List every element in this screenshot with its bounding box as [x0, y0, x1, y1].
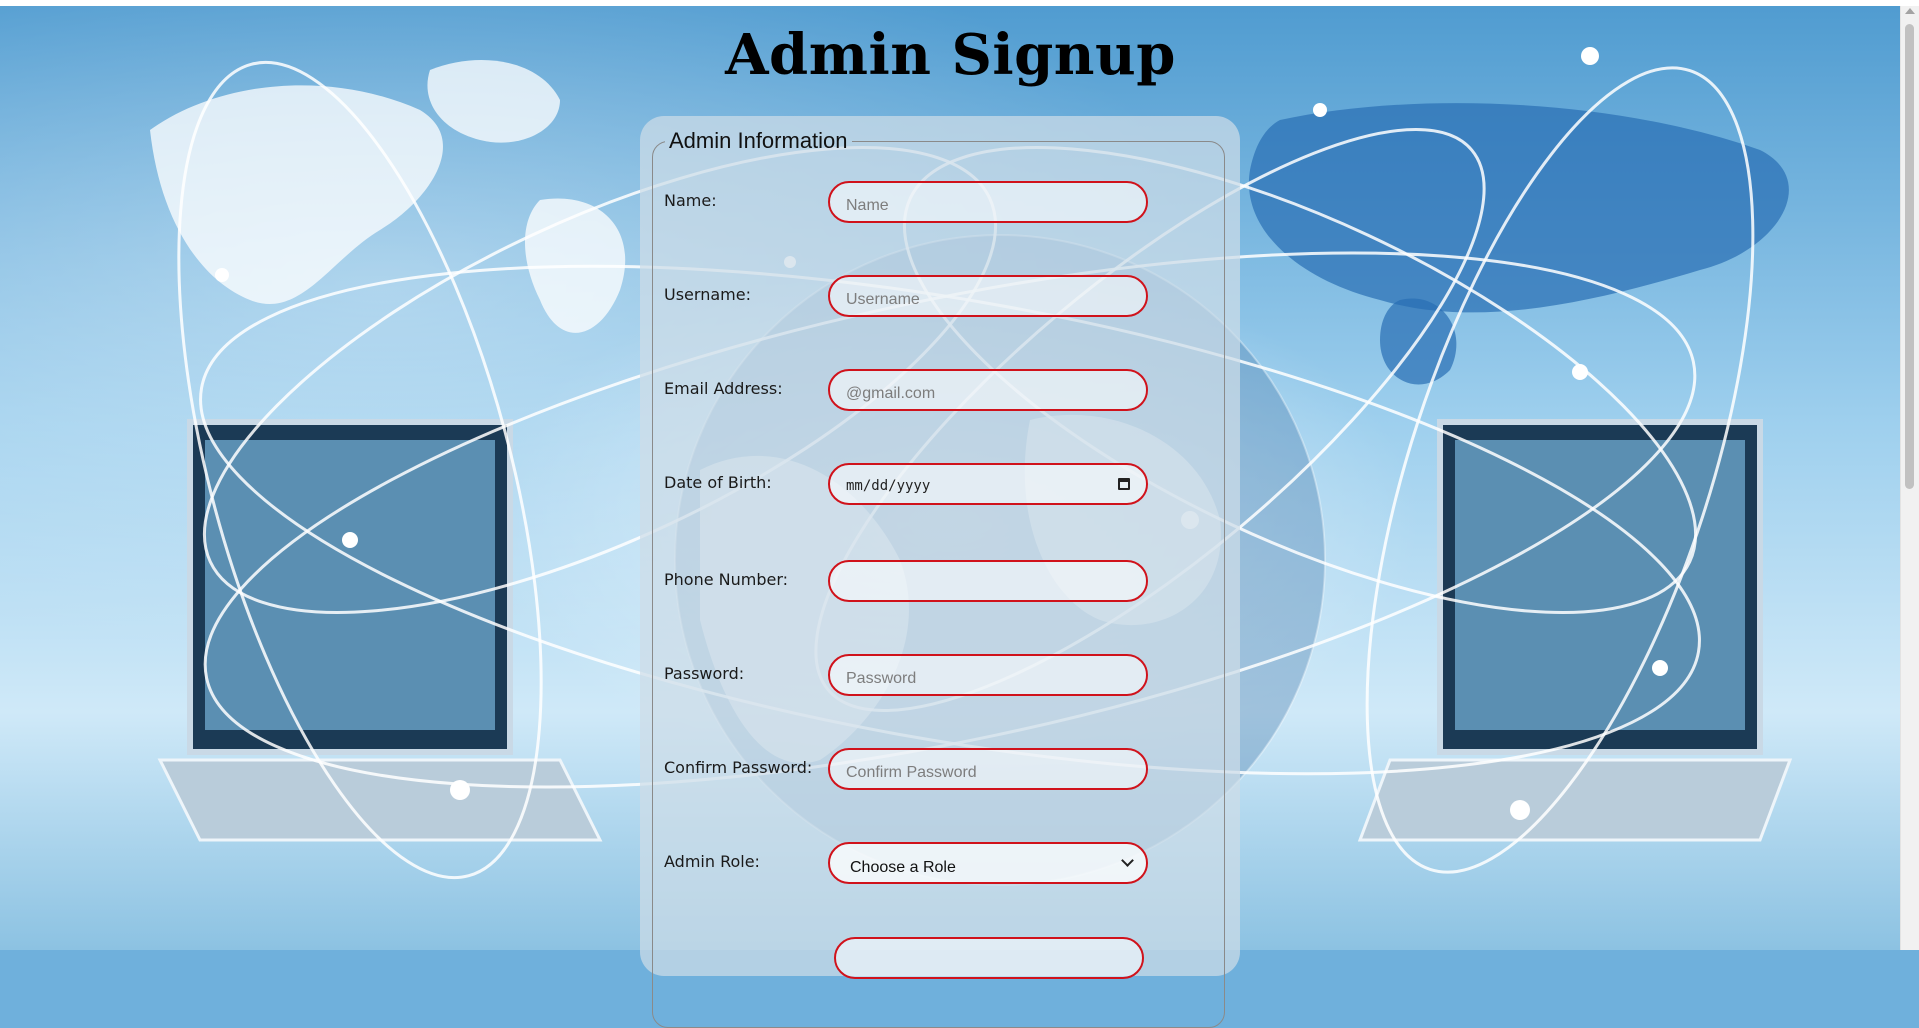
phone-label: Phone Number: [664, 570, 789, 589]
confirm-password-row: Confirm Password: Confirm Password [664, 748, 1184, 790]
vertical-scrollbar[interactable] [1900, 6, 1919, 950]
chevron-down-icon [1121, 854, 1134, 867]
calendar-icon[interactable] [1118, 478, 1130, 490]
dob-row: Date of Birth: mm/dd/yyyy [664, 463, 1184, 505]
phone-row: Phone Number: [664, 560, 1184, 602]
name-label: Name: [664, 191, 717, 210]
username-placeholder: Username [846, 291, 920, 308]
name-placeholder: Name [846, 197, 889, 214]
confirm-password-placeholder: Confirm Password [846, 764, 977, 781]
username-row: Username: Username [664, 275, 1184, 317]
email-row: Email Address: @gmail.com [664, 369, 1184, 411]
password-input[interactable]: Password [828, 654, 1148, 696]
confirm-password-input[interactable]: Confirm Password [828, 748, 1148, 790]
email-placeholder: @gmail.com [846, 385, 936, 402]
admin-role-row: Admin Role: Choose a Role [664, 842, 1184, 884]
dob-label: Date of Birth: [664, 473, 772, 492]
email-label: Email Address: [664, 379, 783, 398]
admin-info-legend: Admin Information [669, 128, 848, 153]
page-title: Admin Signup [725, 22, 1176, 88]
top-border [0, 0, 1919, 6]
next-field-partial[interactable] [834, 937, 1144, 979]
password-placeholder: Password [846, 670, 917, 687]
username-input[interactable]: Username [828, 275, 1148, 317]
confirm-password-label: Confirm Password: [664, 758, 813, 777]
dob-placeholder: mm/dd/yyyy [846, 478, 931, 494]
dob-input[interactable]: mm/dd/yyyy [828, 463, 1148, 505]
admin-role-selected: Choose a Role [850, 859, 956, 876]
name-row: Name: Name [664, 181, 1184, 223]
email-input[interactable]: @gmail.com [828, 369, 1148, 411]
admin-role-label: Admin Role: [664, 852, 760, 871]
name-input[interactable]: Name [828, 181, 1148, 223]
phone-input[interactable] [828, 560, 1148, 602]
scrollbar-thumb[interactable] [1905, 24, 1914, 489]
username-label: Username: [664, 285, 751, 304]
admin-role-select[interactable]: Choose a Role [828, 842, 1148, 884]
password-row: Password: Password [664, 654, 1184, 696]
password-label: Password: [664, 664, 745, 683]
scroll-up-icon[interactable] [1905, 8, 1915, 14]
